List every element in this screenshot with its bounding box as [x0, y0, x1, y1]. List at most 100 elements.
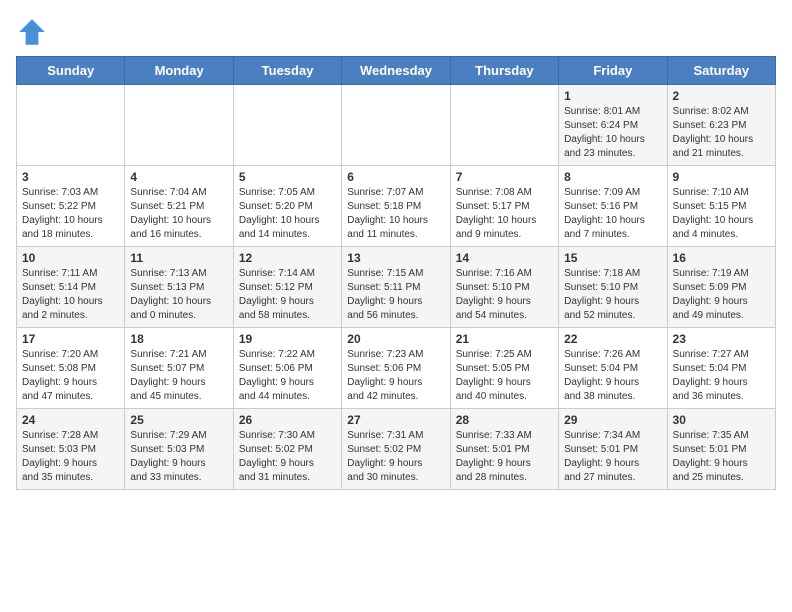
day-cell: 6 Sunrise: 7:07 AM Sunset: 5:18 PM Daylig…	[342, 166, 450, 247]
day-info: Sunrise: 8:01 AM Sunset: 6:24 PM Dayligh…	[564, 105, 661, 161]
day-cell	[342, 85, 450, 166]
day-info: Sunrise: 7:09 AM Sunset: 5:16 PM Dayligh…	[564, 186, 661, 242]
day-number: 24	[22, 413, 119, 427]
day-cell: 9Sunrise: 7:10 AM Sunset: 5:15 PM Daylig…	[667, 166, 775, 247]
day-number: 3	[22, 170, 119, 184]
day-number: 25	[130, 413, 227, 427]
day-cell: 27Sunrise: 7:31 AM Sunset: 5:02 PM Dayli…	[342, 409, 450, 490]
day-number: 5	[239, 170, 336, 184]
day-number: 18	[130, 332, 227, 346]
day-number: 1	[564, 89, 661, 103]
day-cell	[125, 85, 233, 166]
day-info: Sunrise: 7:29 AM Sunset: 5:03 PM Dayligh…	[130, 429, 227, 485]
day-number: 8	[564, 170, 661, 184]
logo	[16, 16, 52, 48]
day-header-thursday: Thursday	[450, 57, 558, 85]
day-info: Sunrise: 7:23 AM Sunset: 5:06 PM Dayligh…	[347, 348, 444, 404]
day-number: 13	[347, 251, 444, 265]
day-info: Sunrise: 7:26 AM Sunset: 5:04 PM Dayligh…	[564, 348, 661, 404]
calendar-header: SundayMondayTuesdayWednesdayThursdayFrid…	[17, 57, 776, 85]
day-info: Sunrise: 7:13 AM Sunset: 5:13 PM Dayligh…	[130, 267, 227, 323]
day-number: 22	[564, 332, 661, 346]
day-info: Sunrise: 7:11 AM Sunset: 5:14 PM Dayligh…	[22, 267, 119, 323]
day-info: Sunrise: 7:05 AM Sunset: 5:20 PM Dayligh…	[239, 186, 336, 242]
day-number: 16	[673, 251, 770, 265]
day-number: 6	[347, 170, 444, 184]
day-cell: 5 Sunrise: 7:05 AM Sunset: 5:20 PM Daylig…	[233, 166, 341, 247]
day-cell: 7 Sunrise: 7:08 AM Sunset: 5:17 PM Daylig…	[450, 166, 558, 247]
day-cell: 30 Sunrise: 7:35 AM Sunset: 5:01 PM Dayli…	[667, 409, 775, 490]
day-cell	[450, 85, 558, 166]
header	[16, 16, 776, 48]
day-cell: 22 Sunrise: 7:26 AM Sunset: 5:04 PM Dayli…	[559, 328, 667, 409]
day-number: 17	[22, 332, 119, 346]
day-cell: 18Sunrise: 7:21 AM Sunset: 5:07 PM Dayli…	[125, 328, 233, 409]
day-cell: 24 Sunrise: 7:28 AM Sunset: 5:03 PM Dayli…	[17, 409, 125, 490]
day-info: Sunrise: 7:34 AM Sunset: 5:01 PM Dayligh…	[564, 429, 661, 485]
day-cell: 20 Sunrise: 7:23 AM Sunset: 5:06 PM Dayli…	[342, 328, 450, 409]
day-info: Sunrise: 8:02 AM Sunset: 6:23 PM Dayligh…	[673, 105, 770, 161]
day-cell: 19Sunrise: 7:22 AM Sunset: 5:06 PM Dayli…	[233, 328, 341, 409]
day-info: Sunrise: 7:22 AM Sunset: 5:06 PM Dayligh…	[239, 348, 336, 404]
day-number: 14	[456, 251, 553, 265]
day-number: 11	[130, 251, 227, 265]
day-header-sunday: Sunday	[17, 57, 125, 85]
day-cell: 17 Sunrise: 7:20 AM Sunset: 5:08 PM Dayli…	[17, 328, 125, 409]
week-row-1: 3 Sunrise: 7:03 AM Sunset: 5:22 PM Daylig…	[17, 166, 776, 247]
day-cell: 2 Sunrise: 8:02 AM Sunset: 6:23 PM Daylig…	[667, 85, 775, 166]
day-cell	[233, 85, 341, 166]
day-info: Sunrise: 7:18 AM Sunset: 5:10 PM Dayligh…	[564, 267, 661, 323]
day-cell: 4 Sunrise: 7:04 AM Sunset: 5:21 PM Daylig…	[125, 166, 233, 247]
week-row-0: 1 Sunrise: 8:01 AM Sunset: 6:24 PM Daylig…	[17, 85, 776, 166]
day-cell: 1 Sunrise: 8:01 AM Sunset: 6:24 PM Daylig…	[559, 85, 667, 166]
day-number: 30	[673, 413, 770, 427]
day-info: Sunrise: 7:04 AM Sunset: 5:21 PM Dayligh…	[130, 186, 227, 242]
day-number: 2	[673, 89, 770, 103]
day-header-tuesday: Tuesday	[233, 57, 341, 85]
day-info: Sunrise: 7:35 AM Sunset: 5:01 PM Dayligh…	[673, 429, 770, 485]
day-cell: 14 Sunrise: 7:16 AM Sunset: 5:10 PM Dayli…	[450, 247, 558, 328]
day-info: Sunrise: 7:19 AM Sunset: 5:09 PM Dayligh…	[673, 267, 770, 323]
day-header-friday: Friday	[559, 57, 667, 85]
day-info: Sunrise: 7:15 AM Sunset: 5:11 PM Dayligh…	[347, 267, 444, 323]
day-cell: 13 Sunrise: 7:15 AM Sunset: 5:11 PM Dayli…	[342, 247, 450, 328]
day-number: 23	[673, 332, 770, 346]
day-number: 15	[564, 251, 661, 265]
week-row-2: 10 Sunrise: 7:11 AM Sunset: 5:14 PM Dayli…	[17, 247, 776, 328]
day-number: 29	[564, 413, 661, 427]
day-info: Sunrise: 7:14 AM Sunset: 5:12 PM Dayligh…	[239, 267, 336, 323]
day-cell: 15 Sunrise: 7:18 AM Sunset: 5:10 PM Dayli…	[559, 247, 667, 328]
day-cell: 16 Sunrise: 7:19 AM Sunset: 5:09 PM Dayli…	[667, 247, 775, 328]
day-info: Sunrise: 7:28 AM Sunset: 5:03 PM Dayligh…	[22, 429, 119, 485]
day-number: 10	[22, 251, 119, 265]
day-cell	[17, 85, 125, 166]
day-info: Sunrise: 7:03 AM Sunset: 5:22 PM Dayligh…	[22, 186, 119, 242]
day-info: Sunrise: 7:33 AM Sunset: 5:01 PM Dayligh…	[456, 429, 553, 485]
day-cell: 3 Sunrise: 7:03 AM Sunset: 5:22 PM Daylig…	[17, 166, 125, 247]
day-number: 7	[456, 170, 553, 184]
day-number: 9	[673, 170, 770, 184]
day-headers-row: SundayMondayTuesdayWednesdayThursdayFrid…	[17, 57, 776, 85]
day-number: 12	[239, 251, 336, 265]
day-cell: 11 Sunrise: 7:13 AM Sunset: 5:13 PM Dayli…	[125, 247, 233, 328]
day-cell: 23 Sunrise: 7:27 AM Sunset: 5:04 PM Dayli…	[667, 328, 775, 409]
week-row-4: 24 Sunrise: 7:28 AM Sunset: 5:03 PM Dayli…	[17, 409, 776, 490]
day-number: 4	[130, 170, 227, 184]
day-info: Sunrise: 7:20 AM Sunset: 5:08 PM Dayligh…	[22, 348, 119, 404]
day-number: 26	[239, 413, 336, 427]
day-info: Sunrise: 7:25 AM Sunset: 5:05 PM Dayligh…	[456, 348, 553, 404]
day-number: 27	[347, 413, 444, 427]
calendar: SundayMondayTuesdayWednesdayThursdayFrid…	[16, 56, 776, 490]
day-info: Sunrise: 7:30 AM Sunset: 5:02 PM Dayligh…	[239, 429, 336, 485]
day-header-monday: Monday	[125, 57, 233, 85]
day-cell: 26 Sunrise: 7:30 AM Sunset: 5:02 PM Dayli…	[233, 409, 341, 490]
day-cell: 28 Sunrise: 7:33 AM Sunset: 5:01 PM Dayli…	[450, 409, 558, 490]
day-number: 28	[456, 413, 553, 427]
week-row-3: 17 Sunrise: 7:20 AM Sunset: 5:08 PM Dayli…	[17, 328, 776, 409]
day-cell: 8 Sunrise: 7:09 AM Sunset: 5:16 PM Daylig…	[559, 166, 667, 247]
day-info: Sunrise: 7:08 AM Sunset: 5:17 PM Dayligh…	[456, 186, 553, 242]
day-info: Sunrise: 7:16 AM Sunset: 5:10 PM Dayligh…	[456, 267, 553, 323]
day-info: Sunrise: 7:07 AM Sunset: 5:18 PM Dayligh…	[347, 186, 444, 242]
day-number: 20	[347, 332, 444, 346]
day-info: Sunrise: 7:27 AM Sunset: 5:04 PM Dayligh…	[673, 348, 770, 404]
